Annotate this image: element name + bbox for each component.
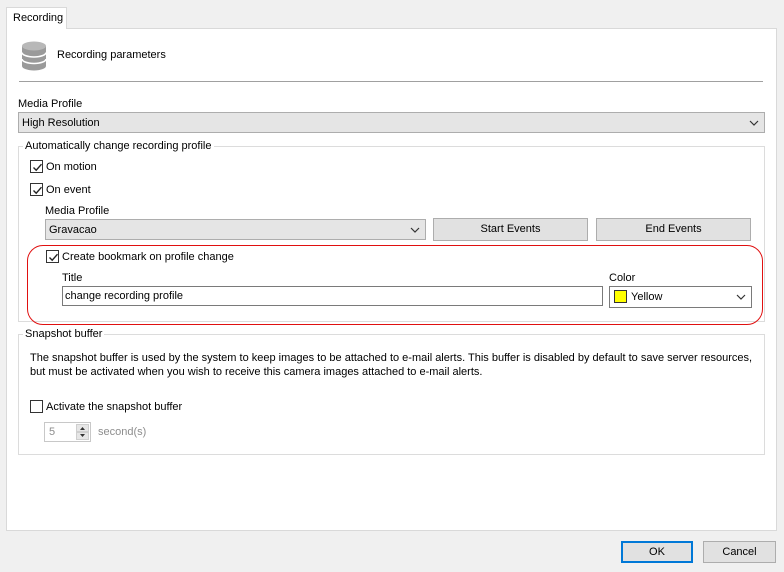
seconds-spinner[interactable]: 5	[44, 422, 91, 442]
ok-button[interactable]: OK	[621, 541, 693, 563]
bookmark-title-input[interactable]: change recording profile	[62, 286, 603, 306]
auto-change-group-label: Automatically change recording profile	[23, 139, 214, 153]
color-value: Yellow	[631, 291, 663, 303]
spin-down-icon[interactable]	[76, 432, 89, 440]
color-swatch	[614, 290, 627, 303]
title-label: Title	[62, 272, 83, 284]
media-profile-select[interactable]: High Resolution	[18, 112, 765, 133]
bookmark-checkbox[interactable]	[46, 250, 59, 263]
event-media-profile-value: Gravacao	[49, 224, 97, 236]
media-profile-label: Media Profile	[18, 98, 83, 110]
snapshot-description: The snapshot buffer is used by the syste…	[30, 352, 753, 378]
media-profile-value: High Resolution	[22, 117, 100, 129]
activate-snapshot-label: Activate the snapshot buffer	[46, 401, 183, 413]
chevron-down-icon	[749, 113, 759, 133]
tab-recording[interactable]: Recording	[6, 7, 67, 29]
color-select[interactable]: Yellow	[609, 286, 752, 308]
activate-snapshot-checkbox[interactable]	[30, 400, 43, 413]
on-motion-checkbox[interactable]	[30, 160, 43, 173]
end-events-button[interactable]: End Events	[596, 218, 751, 241]
seconds-unit: second(s)	[98, 426, 147, 438]
spin-up-icon[interactable]	[76, 424, 89, 432]
chevron-down-icon	[736, 287, 746, 307]
color-label: Color	[609, 272, 636, 284]
check-icon	[33, 163, 43, 172]
chevron-down-icon	[410, 220, 420, 240]
page-title: Recording parameters	[57, 49, 166, 61]
check-icon	[33, 186, 43, 195]
event-media-profile-select[interactable]: Gravacao	[45, 219, 426, 240]
bookmark-label: Create bookmark on profile change	[62, 251, 234, 263]
event-media-profile-label: Media Profile	[45, 205, 110, 217]
on-event-checkbox[interactable]	[30, 183, 43, 196]
seconds-value: 5	[49, 426, 56, 438]
start-events-button[interactable]: Start Events	[433, 218, 588, 241]
snapshot-group-label: Snapshot buffer	[23, 327, 105, 341]
header-divider	[19, 81, 763, 82]
database-icon	[20, 40, 48, 72]
on-motion-label: On motion	[46, 161, 97, 173]
check-icon	[49, 253, 59, 262]
tab-label: Recording	[13, 12, 64, 24]
cancel-button[interactable]: Cancel	[703, 541, 776, 563]
on-event-label: On event	[46, 184, 91, 196]
